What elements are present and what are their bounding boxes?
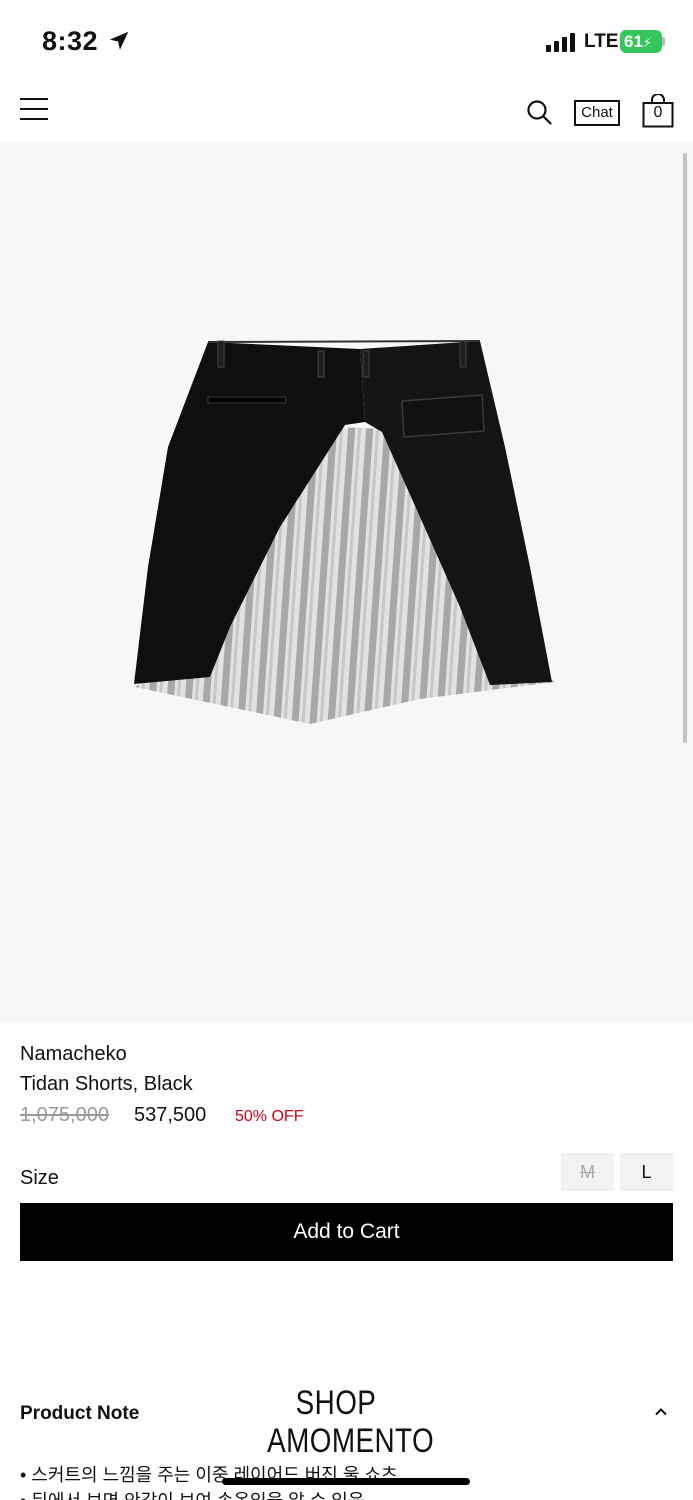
header: Chat 0	[0, 80, 693, 142]
network-type: LTE	[584, 31, 619, 52]
product-note-line: • 뒤에서 보면 안감이 보여 속옷임을 알 수 있음	[20, 1487, 364, 1500]
size-option-l[interactable]: L	[620, 1153, 673, 1191]
status-bar: 8:32 LTE 61⚡	[0, 0, 693, 80]
search-icon[interactable]	[526, 99, 552, 125]
product-name: Tidan Shorts, Black	[20, 1073, 193, 1095]
size-option-m[interactable]: M	[561, 1153, 614, 1191]
product-brand[interactable]: Namacheko	[20, 1043, 127, 1066]
chevron-up-icon[interactable]	[653, 1404, 669, 1420]
original-price: 1,075,000	[20, 1104, 109, 1126]
status-time: 8:32	[42, 26, 99, 56]
sale-price: 537,500	[134, 1104, 207, 1126]
shop-logo-line2: AMOMENTO	[267, 1422, 435, 1460]
discount-badge: 50% OFF	[235, 1108, 304, 1125]
menu-icon[interactable]	[20, 98, 48, 122]
image-scrollbar[interactable]	[683, 153, 687, 743]
shop-logo-line1: SHOP	[295, 1384, 377, 1422]
location-arrow-icon	[109, 31, 129, 50]
battery-indicator: 61⚡	[620, 30, 662, 53]
cart-count: 0	[653, 104, 663, 121]
product-image-carousel[interactable]	[0, 142, 693, 1022]
charging-bolt-icon: ⚡	[642, 35, 653, 50]
signal-icon	[546, 33, 575, 52]
battery-level: 61	[624, 32, 643, 51]
add-to-cart-button[interactable]: Add to Cart	[20, 1203, 673, 1261]
shop-logo[interactable]: SHOP AMOMENTO	[267, 1384, 435, 1460]
size-label: Size	[20, 1167, 59, 1189]
product-image	[134, 340, 555, 724]
battery-nub	[662, 37, 665, 46]
home-indicator[interactable]	[222, 1478, 470, 1485]
chat-button[interactable]: Chat	[574, 100, 620, 126]
cart-button[interactable]: 0	[642, 94, 674, 128]
product-note-title[interactable]: Product Note	[20, 1403, 139, 1425]
